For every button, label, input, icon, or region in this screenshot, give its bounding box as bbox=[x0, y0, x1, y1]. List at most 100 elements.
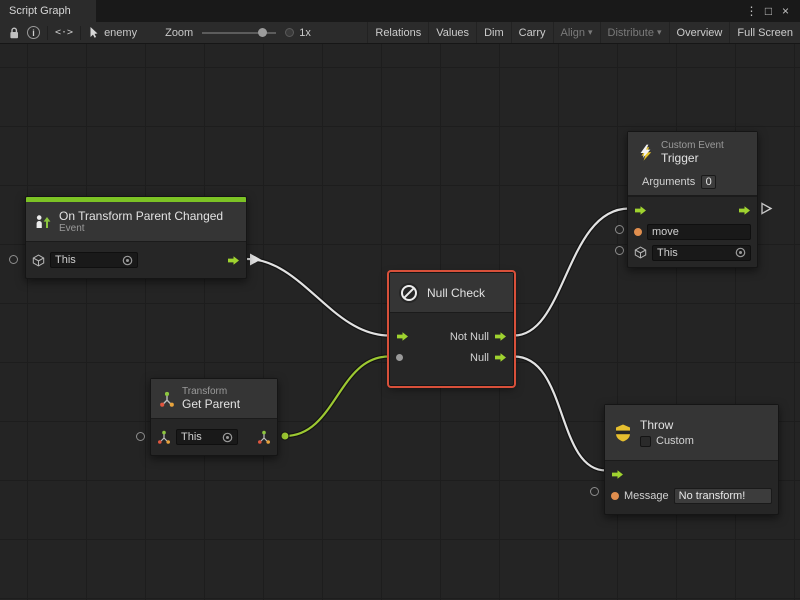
button-label: Relations bbox=[375, 27, 421, 39]
connection-getparent-to-nullcheck[interactable] bbox=[285, 357, 389, 437]
toolbar-separator bbox=[47, 26, 48, 40]
value-input-port[interactable] bbox=[615, 246, 624, 255]
target-dropdown[interactable]: This bbox=[176, 429, 238, 445]
close-icon[interactable]: × bbox=[778, 0, 793, 22]
button-label: Distribute bbox=[608, 27, 654, 39]
node-get-parent[interactable]: Transform Get Parent This bbox=[150, 378, 278, 456]
info-button[interactable]: i bbox=[27, 26, 40, 39]
value-input-port[interactable] bbox=[136, 432, 145, 441]
value-wire-start-dot bbox=[281, 432, 289, 440]
tab-bar: Script Graph ⋮ □ × bbox=[0, 0, 800, 22]
arguments-stepper[interactable]: 0 bbox=[701, 175, 716, 189]
toolbar-button-distribute[interactable]: Distribute ▾ bbox=[600, 22, 669, 43]
transform-port-icon[interactable] bbox=[157, 430, 171, 444]
zoom-reset-button[interactable] bbox=[285, 28, 294, 37]
gameobject-cube-icon bbox=[32, 254, 45, 267]
connection-event-to-nullcheck[interactable] bbox=[247, 259, 389, 336]
value-input-port[interactable] bbox=[396, 354, 403, 361]
flow-output-port[interactable] bbox=[738, 205, 751, 216]
button-label: Values bbox=[436, 27, 469, 39]
flow-input-port[interactable] bbox=[396, 331, 409, 342]
button-label: Carry bbox=[519, 27, 546, 39]
lock-icon[interactable] bbox=[8, 26, 20, 40]
value-input-port[interactable] bbox=[9, 255, 18, 264]
transform-icon bbox=[159, 391, 175, 407]
toolbar-button-align[interactable]: Align ▾ bbox=[553, 22, 600, 43]
flow-arrowhead bbox=[250, 254, 261, 266]
toolbar-button-relations[interactable]: Relations bbox=[367, 22, 428, 43]
tab-label: Script Graph bbox=[9, 5, 71, 17]
connection-notnull-to-trigger[interactable] bbox=[514, 209, 629, 336]
toolbar-button-values[interactable]: Values bbox=[428, 22, 476, 43]
graph-canvas[interactable]: On Transform Parent Changed Event This bbox=[0, 44, 800, 600]
event-name-input[interactable]: move bbox=[647, 224, 751, 240]
output-label-null: Null bbox=[470, 352, 489, 364]
string-input-port[interactable] bbox=[611, 492, 619, 500]
node-trigger-custom-event[interactable]: Custom Event Trigger Arguments 0 bbox=[627, 131, 758, 268]
chevron-down-icon: ▾ bbox=[588, 27, 593, 38]
string-input-port[interactable] bbox=[634, 228, 642, 236]
toolbar-button-fullscreen[interactable]: Full Screen bbox=[729, 22, 800, 43]
flow-input-port[interactable] bbox=[611, 469, 624, 480]
target-dropdown[interactable]: This bbox=[652, 245, 751, 261]
target-value: This bbox=[55, 254, 118, 266]
object-picker-icon[interactable] bbox=[122, 255, 133, 266]
zoom-value: 1x bbox=[299, 27, 311, 39]
flow-output-port[interactable] bbox=[494, 331, 507, 342]
pointer-icon bbox=[88, 26, 99, 39]
button-label: Overview bbox=[677, 27, 723, 39]
code-view-button[interactable]: <·> bbox=[55, 27, 73, 38]
button-label: Dim bbox=[484, 27, 504, 39]
toolbar-button-dim[interactable]: Dim bbox=[476, 22, 511, 43]
transform-parent-changed-icon bbox=[34, 214, 52, 230]
graph-name-group: enemy bbox=[88, 26, 137, 39]
toolbar-buttons: Relations Values Dim Carry Align ▾ Distr… bbox=[367, 22, 800, 43]
transform-output-port[interactable] bbox=[257, 430, 271, 444]
button-label: Align bbox=[561, 27, 585, 39]
object-picker-icon[interactable] bbox=[222, 432, 233, 443]
object-picker-icon[interactable] bbox=[735, 247, 746, 258]
toolbar-button-carry[interactable]: Carry bbox=[511, 22, 553, 43]
tab-script-graph[interactable]: Script Graph bbox=[0, 0, 96, 22]
node-category: Custom Event bbox=[661, 140, 724, 151]
node-null-check[interactable]: Null Check Not Null Null bbox=[389, 272, 514, 386]
target-value: This bbox=[657, 247, 731, 259]
value-input-port[interactable] bbox=[615, 225, 624, 234]
node-title: Trigger bbox=[661, 151, 724, 165]
custom-checkbox-label: Custom bbox=[656, 435, 694, 447]
arguments-label: Arguments bbox=[642, 176, 695, 188]
message-input[interactable]: No transform! bbox=[674, 488, 772, 504]
value-input-port[interactable] bbox=[590, 487, 599, 496]
node-throw[interactable]: Throw Custom Message No bbox=[604, 404, 779, 515]
zoom-label: Zoom bbox=[165, 27, 193, 39]
toolbar-separator bbox=[80, 26, 81, 40]
kebab-menu-icon[interactable]: ⋮ bbox=[744, 0, 759, 22]
info-glyph: i bbox=[32, 28, 35, 38]
flow-input-port[interactable] bbox=[634, 205, 647, 216]
zoom-slider[interactable] bbox=[202, 32, 276, 34]
message-label: Message bbox=[624, 490, 669, 502]
output-label-not-null: Not Null bbox=[450, 331, 489, 343]
toolbar-button-overview[interactable]: Overview bbox=[669, 22, 730, 43]
flow-output-port[interactable] bbox=[494, 352, 507, 363]
node-title: Throw bbox=[640, 418, 694, 432]
chevron-down-icon: ▾ bbox=[657, 27, 662, 38]
flow-arrowhead-outline bbox=[762, 204, 771, 214]
null-check-icon bbox=[398, 282, 420, 304]
node-title: Null Check bbox=[427, 286, 485, 300]
maximize-icon[interactable]: □ bbox=[761, 0, 776, 22]
message-value: No transform! bbox=[679, 490, 767, 502]
target-dropdown[interactable]: This bbox=[50, 252, 138, 268]
node-category: Transform bbox=[182, 386, 240, 397]
flow-output-port[interactable] bbox=[227, 255, 240, 266]
script-graph-window: Script Graph ⋮ □ × i <·> enemy Zoom bbox=[0, 0, 800, 600]
node-subtitle: Event bbox=[59, 223, 223, 234]
event-name-value: move bbox=[652, 226, 746, 238]
zoom-slider-handle[interactable] bbox=[258, 28, 267, 37]
button-label: Full Screen bbox=[737, 27, 793, 39]
zoom-control: Zoom 1x bbox=[165, 27, 311, 39]
custom-checkbox[interactable] bbox=[640, 436, 651, 447]
node-on-transform-parent-changed[interactable]: On Transform Parent Changed Event This bbox=[25, 196, 247, 279]
custom-event-icon bbox=[636, 143, 654, 161]
graph-name-label: enemy bbox=[104, 27, 137, 39]
